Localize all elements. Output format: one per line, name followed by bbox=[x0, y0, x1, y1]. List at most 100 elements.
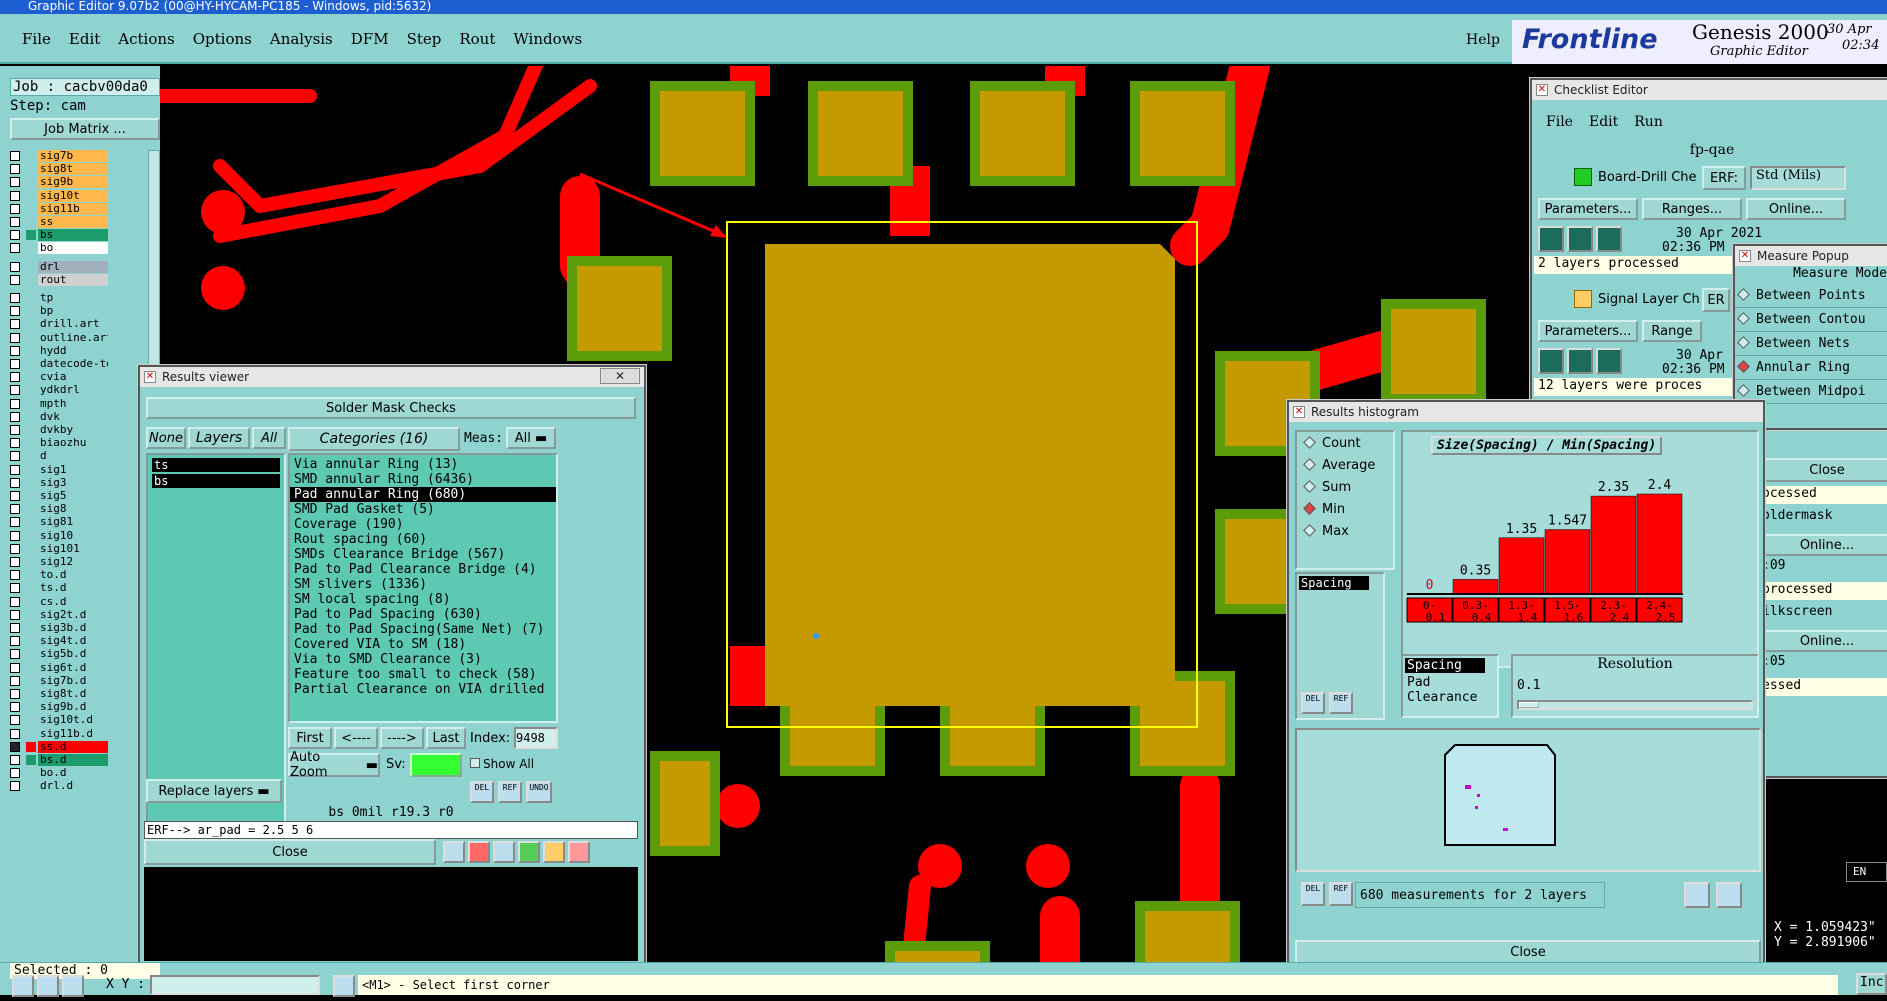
undo-icon[interactable]: UNDO bbox=[526, 781, 552, 803]
radio-icon[interactable] bbox=[1737, 384, 1750, 397]
layer-row[interactable]: bo.d bbox=[10, 767, 110, 779]
layer-row[interactable]: ts.d bbox=[10, 582, 110, 594]
ranges-button[interactable]: Ranges... bbox=[1642, 198, 1742, 220]
radio-icon[interactable] bbox=[1737, 288, 1750, 301]
select-tool-icon[interactable] bbox=[12, 975, 34, 997]
checklist-menu-run[interactable]: Run bbox=[1626, 110, 1671, 138]
layer-row[interactable]: hydd bbox=[10, 345, 110, 357]
tool-icon[interactable] bbox=[543, 841, 565, 863]
hist-ref-icon[interactable]: REF bbox=[1329, 692, 1353, 714]
layer-checkbox[interactable] bbox=[10, 262, 20, 272]
hist-del-icon[interactable]: DEL bbox=[1301, 692, 1325, 714]
check-item-1[interactable]: Board-Drill Che ERF: Std (Mils) bbox=[1538, 164, 1887, 192]
category-item[interactable]: SMD Pad Gasket (5) bbox=[290, 502, 556, 517]
layer-row[interactable]: bp bbox=[10, 305, 110, 317]
layer-checkbox[interactable] bbox=[10, 689, 20, 699]
layer-checkbox[interactable] bbox=[10, 191, 20, 201]
layer-row[interactable]: sig11b bbox=[10, 203, 110, 215]
snap-tool-icon[interactable] bbox=[62, 975, 84, 997]
layer-checkbox[interactable] bbox=[10, 412, 20, 422]
layer-checkbox[interactable] bbox=[10, 623, 20, 633]
menu-dfm[interactable]: DFM bbox=[351, 30, 389, 48]
category-item[interactable]: SM slivers (1336) bbox=[290, 577, 556, 592]
layer-row[interactable]: sig1 bbox=[10, 464, 110, 476]
layer-row[interactable]: outline.art bbox=[10, 332, 110, 344]
measure-mode-item[interactable]: Between Nets bbox=[1735, 332, 1887, 356]
layer-checkbox[interactable] bbox=[10, 597, 20, 607]
checklist-menu-file[interactable]: File bbox=[1538, 110, 1581, 138]
menu-rout[interactable]: Rout bbox=[459, 30, 495, 48]
sort-item[interactable]: Clearance bbox=[1403, 690, 1497, 705]
layer-checkbox[interactable] bbox=[10, 438, 20, 448]
menu-actions[interactable]: Actions bbox=[118, 30, 174, 48]
inch-button[interactable]: Inc bbox=[1856, 973, 1887, 995]
ranges-button-2[interactable]: Range bbox=[1642, 320, 1702, 342]
layer-row[interactable]: sig81 bbox=[10, 516, 110, 528]
category-item[interactable]: Via annular Ring (13) bbox=[290, 457, 556, 472]
layer-checkbox[interactable] bbox=[10, 425, 20, 435]
layer-row[interactable]: to.d bbox=[10, 569, 110, 581]
info-icon[interactable] bbox=[333, 975, 355, 997]
histogram-mode-item[interactable]: Count bbox=[1297, 436, 1393, 458]
category-item[interactable]: Pad to Pad Spacing(Same Net) (7) bbox=[290, 622, 556, 637]
measure-item[interactable]: Spacing bbox=[1299, 576, 1369, 590]
layer-row[interactable]: sig7b.d bbox=[10, 675, 110, 687]
layer-checkbox[interactable] bbox=[10, 243, 20, 253]
category-item[interactable]: Rout spacing (60) bbox=[290, 532, 556, 547]
layer-checkbox[interactable] bbox=[10, 715, 20, 725]
layer-checkbox[interactable] bbox=[10, 293, 20, 303]
histogram-bar[interactable] bbox=[1637, 494, 1682, 594]
layer-row[interactable]: bs.d bbox=[10, 754, 110, 766]
tool-icon[interactable] bbox=[443, 841, 465, 863]
layer-checkbox[interactable] bbox=[10, 385, 20, 395]
layer-row[interactable]: sig9b.d bbox=[10, 701, 110, 713]
layer-row[interactable]: ydkdrl bbox=[10, 384, 110, 396]
layer-row[interactable]: sig3 bbox=[10, 477, 110, 489]
layer-row[interactable]: sig5b.d bbox=[10, 648, 110, 660]
menu-step[interactable]: Step bbox=[407, 30, 442, 48]
auto-zoom-button[interactable]: Auto Zoom ▬ bbox=[288, 753, 380, 777]
layer-checkbox[interactable] bbox=[10, 610, 20, 620]
category-list[interactable]: Via annular Ring (13)SMD annular Ring (6… bbox=[288, 453, 558, 723]
layer-checkbox[interactable] bbox=[10, 781, 20, 791]
layer-row[interactable]: sig6t.d bbox=[10, 662, 110, 674]
layer-row[interactable]: drill.art bbox=[10, 318, 110, 330]
histogram-bar[interactable] bbox=[1499, 538, 1544, 594]
layer-row[interactable]: ss bbox=[10, 216, 110, 228]
checklist-close-button[interactable]: Close bbox=[1762, 458, 1887, 482]
layer-row[interactable]: sig10 bbox=[10, 530, 110, 542]
layer-checkbox[interactable] bbox=[10, 359, 20, 369]
measure-mode-item[interactable]: Between Contou bbox=[1735, 308, 1887, 332]
category-item[interactable]: Via to SMD Clearance (3) bbox=[290, 652, 556, 667]
replace-layers-button[interactable]: Replace layers ▬ bbox=[146, 779, 282, 803]
layer-row[interactable]: sig12 bbox=[10, 556, 110, 568]
hist-ref-icon-2[interactable]: REF bbox=[1329, 882, 1353, 906]
category-item[interactable]: Pad to Pad Spacing (630) bbox=[290, 607, 556, 622]
layer-row[interactable]: sig7b bbox=[10, 150, 110, 162]
sort-item[interactable]: Spacing bbox=[1405, 658, 1485, 673]
layer-row[interactable]: bo bbox=[10, 242, 110, 254]
menu-options[interactable]: Options bbox=[193, 30, 252, 48]
category-item[interactable]: SMDs Clearance Bridge (567) bbox=[290, 547, 556, 562]
layer-checkbox[interactable] bbox=[10, 164, 20, 174]
measure-mode-item[interactable]: Annular Ring bbox=[1735, 356, 1887, 380]
run-icon[interactable] bbox=[1596, 348, 1622, 374]
measure-mode-item[interactable]: Between Points bbox=[1735, 284, 1887, 308]
sort-list[interactable]: Spacing Pad Clearance bbox=[1401, 654, 1499, 718]
ref-icon[interactable]: REF bbox=[498, 781, 522, 803]
first-button[interactable]: First bbox=[288, 727, 332, 749]
parameters-button-2[interactable]: Parameters... bbox=[1538, 320, 1638, 342]
layer-row[interactable]: cs.d bbox=[10, 596, 110, 608]
layer-checkbox[interactable] bbox=[10, 333, 20, 343]
layer-checkbox[interactable] bbox=[10, 742, 20, 752]
histogram-close-button[interactable]: Close bbox=[1295, 940, 1761, 964]
radio-icon[interactable] bbox=[1737, 312, 1750, 325]
category-item[interactable]: Coverage (190) bbox=[290, 517, 556, 532]
layer-row[interactable]: biaozhu bbox=[10, 437, 110, 449]
layer-checkbox[interactable] bbox=[10, 372, 20, 382]
histogram-bar[interactable] bbox=[1453, 579, 1498, 594]
layer-item[interactable]: bs bbox=[152, 474, 280, 488]
layer-row[interactable]: sig10t bbox=[10, 190, 110, 202]
layer-row[interactable]: sig8t bbox=[10, 163, 110, 175]
histogram-mode-item[interactable]: Min bbox=[1297, 502, 1393, 524]
